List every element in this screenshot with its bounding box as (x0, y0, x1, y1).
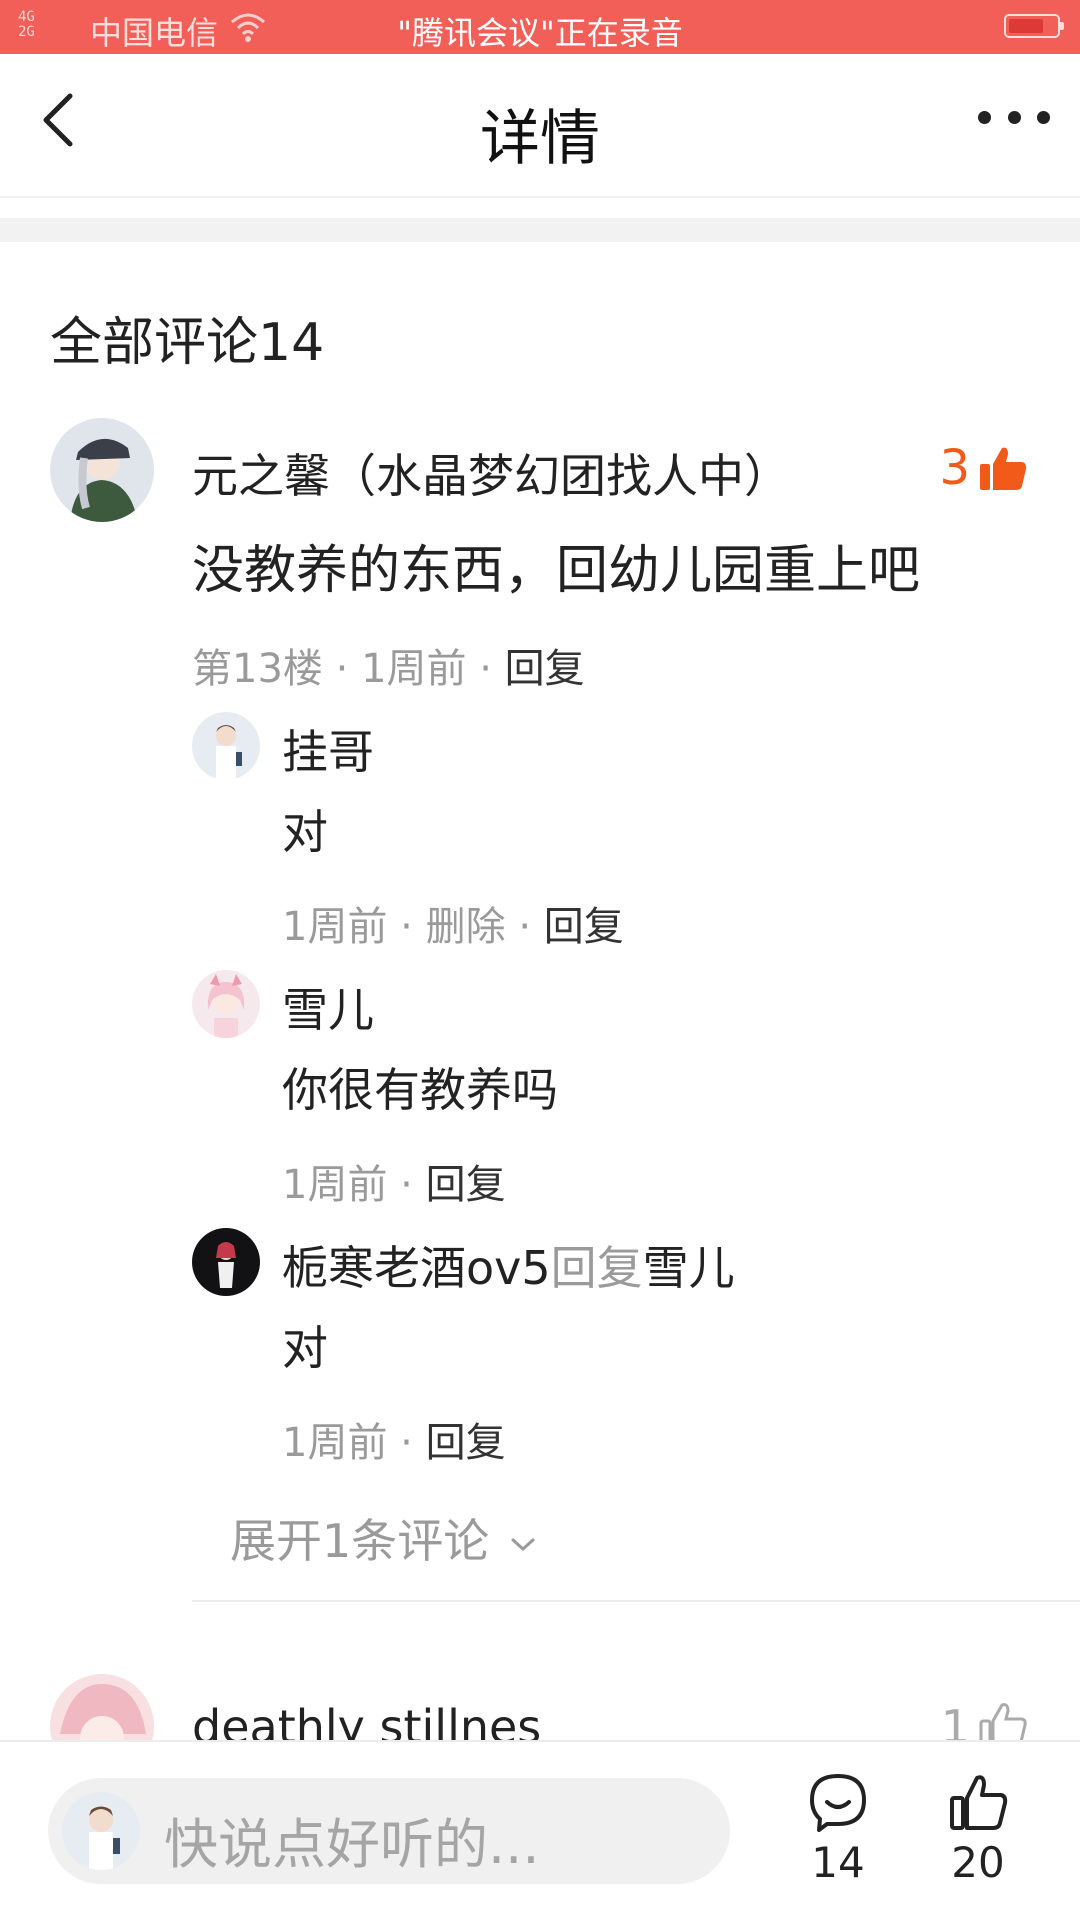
reply-author[interactable]: 挂哥 (282, 716, 374, 782)
avatar (62, 1792, 140, 1870)
reply-text: 对 (282, 1321, 328, 1375)
page-title: 详情 (480, 104, 600, 174)
reply-meta: 1周前 · 回复 (282, 1420, 506, 1466)
expand-replies-button[interactable]: 展开1条评论 (230, 1505, 536, 1571)
more-options-button[interactable] (978, 94, 1050, 140)
reply-author-line: 栀寒老酒ov5回复雪儿 (282, 1232, 735, 1298)
reply-meta: 1周前 · 回复 (282, 1162, 506, 1208)
comment-input[interactable]: 快说点好听的... (48, 1778, 730, 1884)
avatar[interactable] (192, 970, 260, 1038)
thumbs-up-icon (950, 1775, 1008, 1830)
recording-indicator: "腾讯会议"正在录音 (397, 14, 683, 52)
comment-meta: 第13楼 · 1周前 · 回复 (192, 646, 585, 692)
comment-bubble-icon (810, 1774, 866, 1832)
comment-like-count[interactable]: 3 (939, 440, 970, 496)
expand-label: 展开1条评论 (230, 1514, 490, 1568)
reply-time: 1周前 (282, 1162, 388, 1208)
thread-divider (192, 1600, 1080, 1602)
comment-time: 1周前 (361, 646, 467, 692)
comment-input-bar: 快说点好听的... 14 20 (0, 1740, 1080, 1922)
reply-text: 对 (282, 805, 328, 859)
avatar[interactable] (192, 712, 260, 780)
dot-icon (1007, 110, 1021, 124)
reply-author[interactable]: 栀寒老酒ov5 (282, 1241, 551, 1295)
chevron-down-icon (511, 1538, 535, 1551)
section-separator (0, 218, 1080, 242)
comments-header: 全部评论14 (50, 313, 325, 373)
comment-text: 没教养的东西，回幼儿园重上吧 (192, 541, 921, 601)
nav-bar: 详情 (0, 54, 1080, 198)
reply-time: 1周前 (282, 904, 388, 950)
reply-to-label: 回复 (550, 1241, 643, 1295)
battery-icon (1004, 14, 1064, 38)
reply-target[interactable]: 雪儿 (643, 1241, 735, 1295)
status-bar: 4G 2G 中国电信 "腾讯会议"正在录音 (0, 0, 1080, 54)
input-placeholder: 快说点好听的... (164, 1813, 540, 1876)
dot-icon (978, 110, 991, 124)
reply-button[interactable]: 回复 (544, 904, 624, 950)
reply-meta: 1周前 · 删除 · 回复 (282, 904, 624, 950)
reply-button[interactable]: 回复 (505, 646, 585, 692)
floor-number: 第13楼 (192, 646, 323, 692)
reply-button[interactable]: 回复 (426, 1162, 506, 1208)
dot-icon (1037, 110, 1050, 124)
avatar[interactable] (192, 1228, 260, 1296)
delete-button[interactable]: 删除 (426, 904, 506, 950)
reply-time: 1周前 (282, 1420, 388, 1466)
comments-button[interactable]: 14 (800, 1772, 876, 1887)
avatar[interactable] (50, 418, 154, 522)
reply-button[interactable]: 回复 (426, 1420, 506, 1466)
comment-author[interactable]: 元之馨（水晶梦幻团找人中） (192, 440, 790, 506)
comment-count: 14 (811, 1838, 865, 1887)
reply-text: 你很有教养吗 (282, 1063, 558, 1117)
reply-author[interactable]: 雪儿 (282, 974, 374, 1040)
like-count: 20 (951, 1838, 1005, 1887)
like-button[interactable]: 20 (940, 1772, 1016, 1887)
thumbs-up-icon[interactable] (978, 444, 1028, 492)
